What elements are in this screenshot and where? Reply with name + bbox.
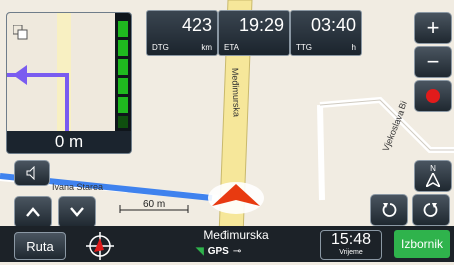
- street-label-left: Ivana Starea: [52, 182, 103, 192]
- north-up-button[interactable]: N: [414, 160, 452, 192]
- route-button[interactable]: Ruta: [14, 232, 66, 260]
- rotate-right-icon: [423, 203, 438, 217]
- maneuver-distance: 0 m: [7, 131, 131, 153]
- scale-label: 60 m: [143, 199, 165, 210]
- rotate-right-button[interactable]: [412, 194, 450, 226]
- compass-icon[interactable]: [86, 232, 114, 260]
- current-street: Međimurska: [203, 228, 269, 242]
- plug-icon: ⊸: [232, 246, 242, 257]
- street-label-main: Međimurska: [230, 68, 242, 117]
- eta-value: 19:29: [238, 15, 284, 35]
- ttg-value: 03:40: [310, 15, 356, 35]
- maneuver-panel: 0 m: [6, 12, 132, 154]
- bottom-bar: Ruta Međimurska ◥ GPS ⊸ 15:48 Vrijeme Iz…: [0, 226, 454, 262]
- menu-button[interactable]: Izbornik: [394, 230, 450, 258]
- gps-label: GPS: [207, 246, 229, 257]
- clock-time: 15:48: [330, 231, 372, 248]
- compass-arrow-icon: [426, 173, 440, 187]
- ttg-box: 03:40 TTG h: [290, 10, 362, 56]
- rotate-left-icon: [382, 203, 397, 217]
- clock-box[interactable]: 15:48 Vrijeme: [320, 230, 382, 260]
- zoom-out-button[interactable]: −: [414, 46, 452, 78]
- volume-button[interactable]: [14, 160, 50, 186]
- gps-status: ◥ GPS ⊸: [196, 246, 241, 257]
- layers-icon[interactable]: [12, 24, 28, 40]
- ttg-label: TTG: [296, 43, 312, 52]
- clock-label: Vrijeme: [339, 249, 363, 256]
- vehicle-position-icon: [208, 182, 264, 214]
- eta-label: ETA: [224, 43, 239, 52]
- chevron-down-icon: [70, 207, 84, 217]
- rotate-left-button[interactable]: [370, 194, 408, 226]
- dtg-unit: km: [201, 43, 212, 52]
- record-icon: [426, 89, 440, 103]
- dtg-box: 423 DTG km: [146, 10, 218, 56]
- gps-signal-icon: ◥: [196, 246, 204, 257]
- zoom-in-button[interactable]: +: [414, 12, 452, 44]
- speaker-icon: [26, 166, 35, 180]
- scroll-up-button[interactable]: [14, 196, 52, 228]
- road-right-2: [317, 104, 325, 201]
- record-button[interactable]: [414, 80, 452, 112]
- dtg-label: DTG: [152, 43, 169, 52]
- chevron-up-icon: [26, 207, 40, 217]
- ttg-unit: h: [351, 43, 356, 52]
- dtg-value: 423: [181, 15, 212, 35]
- eta-box: 19:29 ETA: [218, 10, 290, 56]
- scroll-down-button[interactable]: [58, 196, 96, 228]
